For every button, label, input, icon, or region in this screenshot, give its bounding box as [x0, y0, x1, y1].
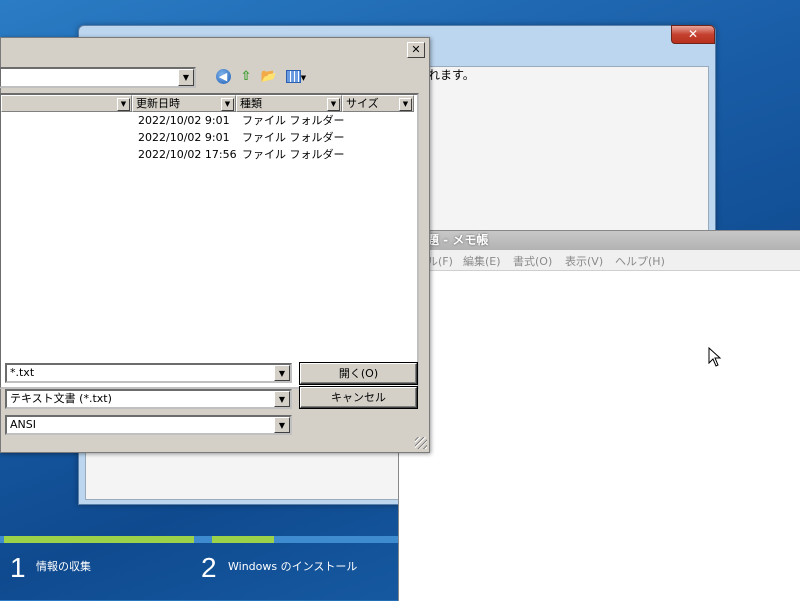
notepad-window: 題 - メモ帳 ル(F) 編集(E) 書式(O) 表示(V) ヘルプ(H): [398, 230, 800, 601]
step-label: 情報の収集: [36, 560, 91, 573]
step-label: Windows のインストール: [228, 560, 358, 573]
progress-step2-fill: [212, 536, 274, 543]
encoding-select[interactable]: ANSI ▼: [5, 415, 292, 435]
list-header: ▼ 更新日時 ▼ 種類 ▼ サイズ ▼: [1, 95, 417, 112]
step-number: 1: [10, 552, 26, 583]
look-in-combo[interactable]: ▼: [0, 67, 196, 88]
notepad-menubar: ル(F) 編集(E) 書式(O) 表示(V) ヘルプ(H): [399, 250, 800, 271]
chevron-down-icon[interactable]: ▼: [274, 365, 290, 381]
filetype-select[interactable]: テキスト文書 (*.txt) ▼: [5, 389, 292, 409]
table-row[interactable]: 2022/10/02 9:01 ファイル フォルダー: [1, 129, 417, 146]
row-modified: 2022/10/02 9:01: [138, 131, 230, 144]
progress-step1-fill: [4, 536, 194, 543]
mouse-cursor-icon: [708, 347, 722, 367]
menu-format[interactable]: 書式(O): [513, 253, 552, 269]
up-folder-icon[interactable]: ⇧: [237, 68, 255, 86]
open-file-dialog: ✕ ▼ ◀ ⇧ 📂 ▼ ▼ 更新日時 ▼ 種類 ▼ サイズ ▼ 2022/10/02 …: [0, 37, 430, 453]
chevron-down-icon[interactable]: ▼: [178, 69, 194, 86]
setup-close-button[interactable]: ✕: [671, 25, 715, 44]
notepad-titlebar[interactable]: 題 - メモ帳: [399, 231, 800, 250]
chevron-down-icon[interactable]: ▼: [327, 98, 340, 111]
setup-progress: 1 情報の収集 2 Windows のインストール: [0, 532, 398, 600]
column-type[interactable]: 種類 ▼: [236, 95, 342, 112]
menu-file[interactable]: ル(F): [427, 253, 453, 269]
chevron-down-icon[interactable]: ▼: [117, 98, 130, 111]
filename-input[interactable]: *.txt ▼: [5, 363, 292, 383]
chevron-down-icon[interactable]: ▼: [221, 98, 234, 111]
notepad-title: 題 - メモ帳: [427, 233, 489, 247]
chevron-down-icon[interactable]: ▼: [274, 417, 290, 433]
row-modified: 2022/10/02 17:56: [138, 148, 237, 161]
step-number: 2: [201, 552, 217, 583]
open-button[interactable]: 開く(O): [300, 363, 417, 384]
new-folder-icon[interactable]: 📂: [260, 68, 278, 86]
row-modified: 2022/10/02 9:01: [138, 114, 230, 127]
chevron-down-icon[interactable]: ▼: [274, 391, 290, 407]
row-type: ファイル フォルダー: [242, 148, 345, 161]
menu-view[interactable]: 表示(V): [565, 253, 603, 269]
dialog-titlebar[interactable]: [1, 38, 429, 57]
menu-edit[interactable]: 編集(E): [463, 253, 501, 269]
menu-help[interactable]: ヘルプ(H): [615, 253, 665, 269]
back-icon[interactable]: ◀: [214, 68, 232, 86]
chevron-down-icon[interactable]: ▼: [399, 98, 412, 111]
table-row[interactable]: 2022/10/02 17:56 ファイル フォルダー: [1, 146, 417, 163]
row-type: ファイル フォルダー: [242, 114, 345, 127]
column-size[interactable]: サイズ ▼: [342, 95, 414, 112]
view-menu-icon[interactable]: ▼: [284, 68, 308, 86]
dialog-close-button[interactable]: ✕: [407, 42, 425, 58]
file-list[interactable]: ▼ 更新日時 ▼ 種類 ▼ サイズ ▼ 2022/10/02 9:01 ファイル フォ…: [0, 93, 419, 389]
table-row[interactable]: 2022/10/02 9:01 ファイル フォルダー: [1, 112, 417, 129]
notepad-text-area[interactable]: [399, 271, 800, 601]
column-name[interactable]: ▼: [1, 95, 132, 112]
column-modified[interactable]: 更新日時 ▼: [132, 95, 236, 112]
row-type: ファイル フォルダー: [242, 131, 345, 144]
resize-grip-icon[interactable]: [415, 437, 427, 449]
cancel-button[interactable]: キャンセル: [300, 387, 417, 408]
